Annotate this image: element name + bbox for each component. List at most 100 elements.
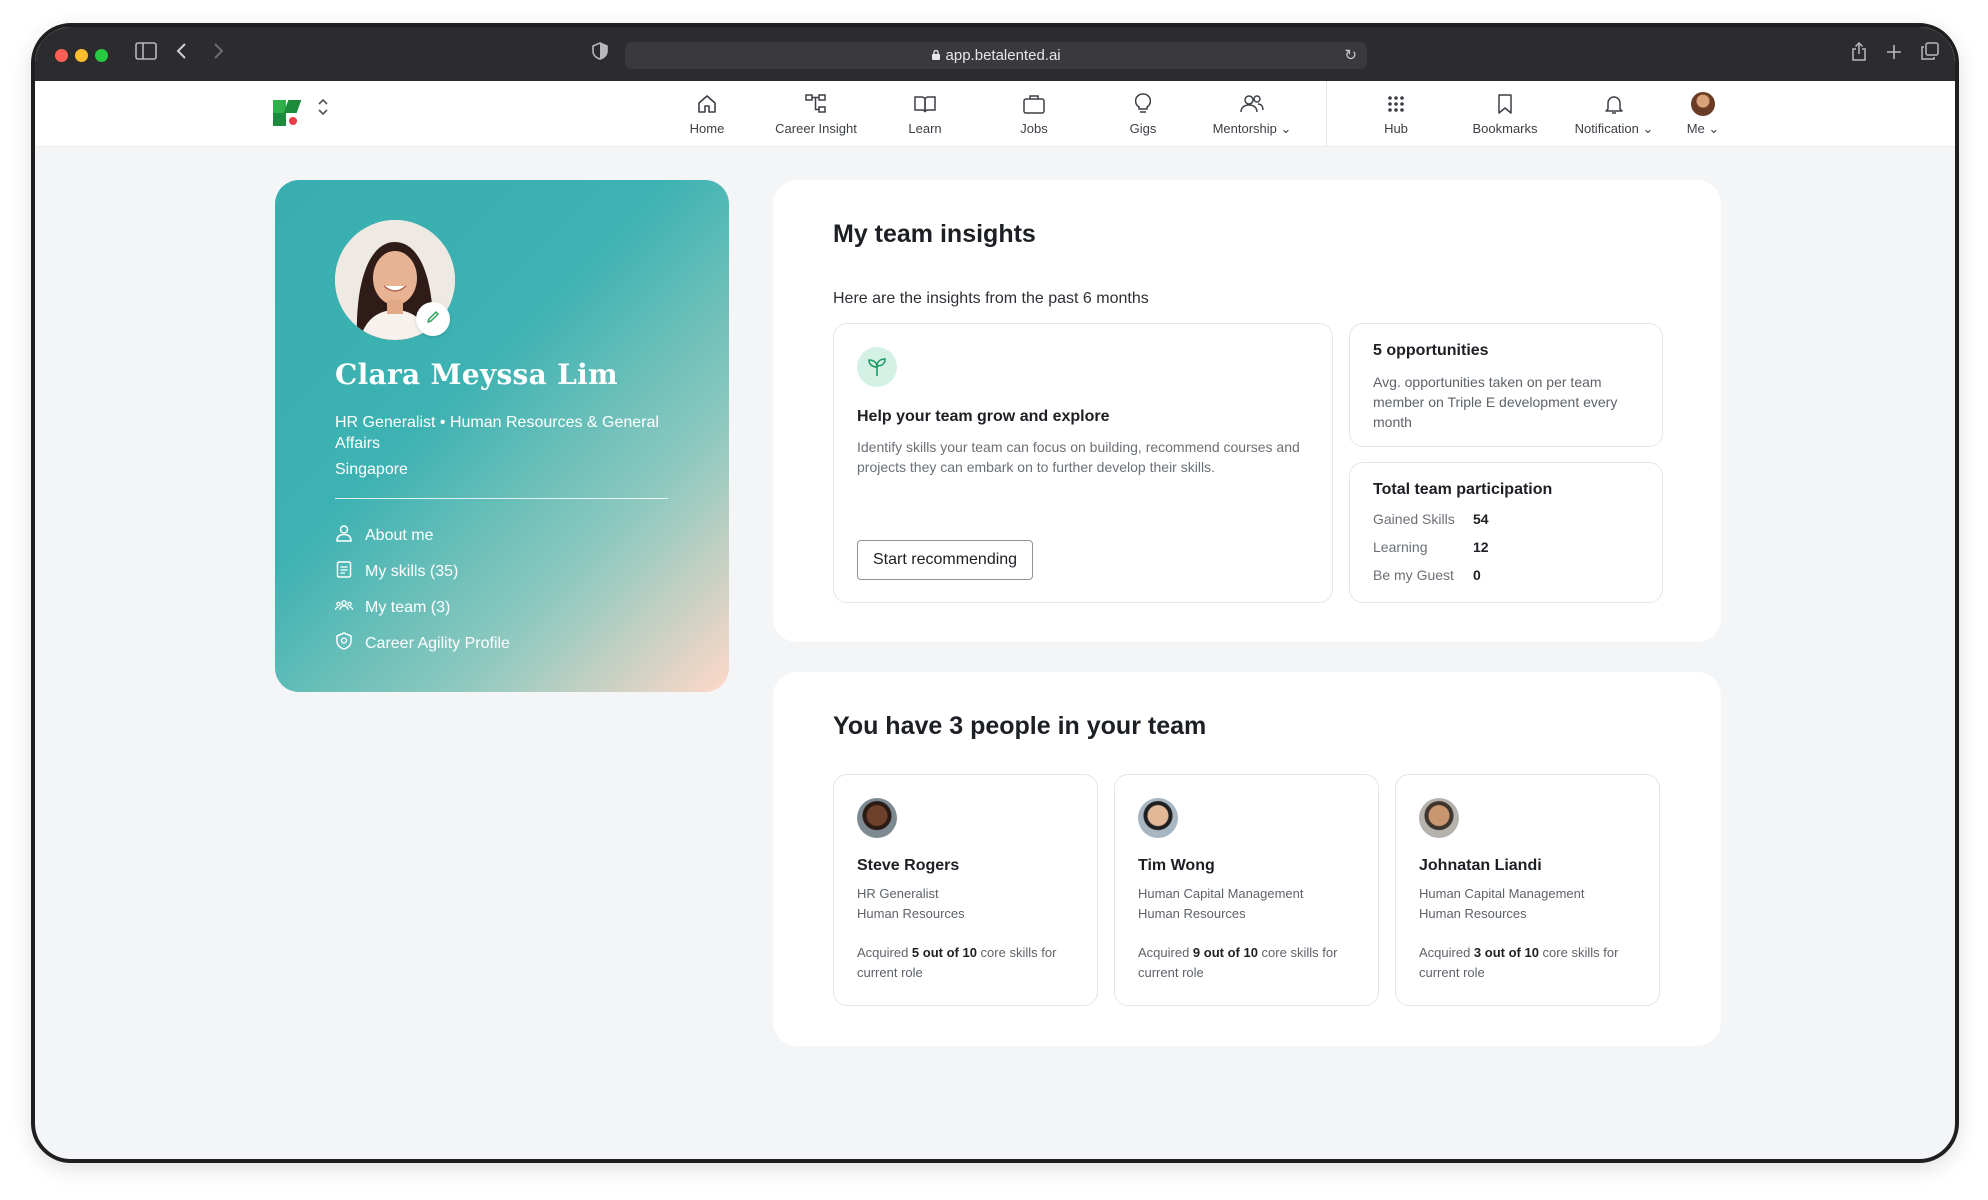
member-skills-summary: Acquired 9 out of 10 core skills for cur… xyxy=(1138,945,1338,980)
grow-card-description: Identify skills your team can focus on b… xyxy=(857,439,1300,475)
tab-overview-icon[interactable] xyxy=(1921,42,1939,66)
avatar xyxy=(857,798,897,838)
url-text: app.betalented.ai xyxy=(945,47,1061,64)
opportunities-card: 5 opportunities Avg. opportunities taken… xyxy=(1349,323,1663,447)
nav-home[interactable]: Home xyxy=(652,89,762,136)
betalented-logo[interactable] xyxy=(273,100,302,126)
profile-link-label: Career Agility Profile xyxy=(365,634,510,652)
grid-icon xyxy=(1341,89,1451,119)
nav-gigs-label: Gigs xyxy=(1129,121,1157,136)
insights-title: My team insights xyxy=(833,220,1036,248)
member-name: Tim Wong xyxy=(1138,857,1215,874)
member-skills-summary: Acquired 3 out of 10 core skills for cur… xyxy=(1419,945,1619,980)
book-icon xyxy=(870,89,980,119)
profile-card: Clara Meyssa Lim HR Generalist • Human R… xyxy=(275,180,729,692)
member-department: Human Resources xyxy=(857,906,965,921)
browser-titlebar: app.betalented.ai ↻ xyxy=(35,27,1955,81)
nav-hub-label: Hub xyxy=(1384,121,1408,136)
nav-jobs[interactable]: Jobs xyxy=(979,89,1089,136)
profile-link-label: My skills (35) xyxy=(365,562,459,580)
nav-bookmarks-label: Bookmarks xyxy=(1472,121,1538,136)
top-navigation: Home Career Insight Learn Jobs Gigs Ment… xyxy=(35,81,1955,147)
member-name: Johnatan Liandi xyxy=(1419,857,1542,874)
insights-subtitle: Here are the insights from the past 6 mo… xyxy=(833,290,1149,307)
nav-mentorship[interactable]: Mentorship ⌄ xyxy=(1197,89,1307,137)
new-tab-icon[interactable] xyxy=(1886,42,1902,66)
bell-icon xyxy=(1559,89,1669,119)
stat-row-be-my-guest: Be my Guest 0 xyxy=(1373,567,1481,583)
profile-name: Clara Meyssa Lim xyxy=(335,358,618,391)
team-member-card[interactable]: Johnatan Liandi Human Capital Management… xyxy=(1395,774,1660,1006)
opportunities-description: Avg. opportunities taken on per team mem… xyxy=(1373,374,1618,430)
chevron-down-icon: ⌄ xyxy=(1280,121,1292,136)
opportunities-title: 5 opportunities xyxy=(1373,342,1489,359)
team-members-panel: You have 3 people in your team Steve Rog… xyxy=(773,672,1721,1046)
start-recommending-button[interactable]: Start recommending xyxy=(857,540,1034,580)
close-window-button[interactable] xyxy=(55,49,68,62)
member-role: Human Capital Management xyxy=(1419,886,1585,901)
profile-link-career-agility[interactable]: Career Agility Profile xyxy=(335,632,510,655)
participation-card: Total team participation Gained Skills 54… xyxy=(1349,462,1663,603)
workspace-switcher-icon[interactable] xyxy=(317,97,329,118)
participation-title: Total team participation xyxy=(1373,481,1553,498)
member-role: HR Generalist xyxy=(857,886,939,901)
profile-location: Singapore xyxy=(335,461,408,478)
grow-card-title: Help your team grow and explore xyxy=(857,408,1110,425)
badge-shield-icon xyxy=(335,632,353,655)
team-member-card[interactable]: Tim Wong Human Capital Management Human … xyxy=(1114,774,1379,1006)
avatar xyxy=(1691,92,1715,116)
lightbulb-icon xyxy=(1088,89,1198,119)
stat-label: Learning xyxy=(1373,539,1428,555)
profile-link-my-team[interactable]: My team (3) xyxy=(334,596,451,619)
people-icon xyxy=(1197,89,1307,119)
profile-link-label: My team (3) xyxy=(365,598,451,616)
avatar xyxy=(1138,798,1178,838)
nav-learn[interactable]: Learn xyxy=(870,89,980,136)
back-icon[interactable] xyxy=(175,42,189,66)
home-icon xyxy=(652,89,762,119)
zoom-window-button[interactable] xyxy=(95,49,108,62)
nav-career-insight-label: Career Insight xyxy=(775,121,857,136)
nav-mentorship-label: Mentorship ⌄ xyxy=(1212,121,1292,136)
minimize-window-button[interactable] xyxy=(75,49,88,62)
member-name: Steve Rogers xyxy=(857,857,960,874)
forward-icon[interactable] xyxy=(211,42,225,66)
reload-icon[interactable]: ↻ xyxy=(1344,42,1357,69)
sprout-icon xyxy=(857,347,897,387)
nav-hub[interactable]: Hub xyxy=(1341,89,1451,136)
clipboard-icon xyxy=(335,560,353,583)
sidebar-toggle-icon[interactable] xyxy=(135,42,157,66)
briefcase-icon xyxy=(979,89,1089,119)
nav-career-insight[interactable]: Career Insight xyxy=(761,89,871,136)
stat-value: 12 xyxy=(1473,539,1489,555)
edit-avatar-button[interactable] xyxy=(416,302,450,336)
stat-label: Be my Guest xyxy=(1373,567,1454,583)
address-bar[interactable]: app.betalented.ai ↻ xyxy=(625,42,1367,69)
team-icon xyxy=(334,596,354,619)
nav-learn-label: Learn xyxy=(908,121,942,136)
career-insight-icon xyxy=(761,89,871,119)
stat-value: 0 xyxy=(1473,567,1481,583)
share-icon[interactable] xyxy=(1851,41,1867,68)
member-skills-summary: Acquired 5 out of 10 core skills for cur… xyxy=(857,945,1057,980)
person-icon xyxy=(335,524,353,547)
bookmark-icon xyxy=(1450,89,1560,119)
nav-gigs[interactable]: Gigs xyxy=(1088,89,1198,136)
nav-divider xyxy=(1326,81,1327,147)
team-member-card[interactable]: Steve Rogers HR Generalist Human Resourc… xyxy=(833,774,1098,1006)
privacy-shield-icon[interactable] xyxy=(592,42,608,66)
nav-bookmarks[interactable]: Bookmarks xyxy=(1450,89,1560,136)
team-insights-panel: My team insights Here are the insights f… xyxy=(773,180,1721,642)
grow-team-card: Help your team grow and explore Identify… xyxy=(833,323,1333,603)
nav-notification-label: Notification ⌄ xyxy=(1574,121,1654,136)
profile-link-label: About me xyxy=(365,526,434,544)
stat-row-gained-skills: Gained Skills 54 xyxy=(1373,511,1489,527)
profile-role: HR Generalist • Human Resources & Genera… xyxy=(335,414,659,452)
nav-notification[interactable]: Notification ⌄ xyxy=(1559,89,1669,137)
member-department: Human Resources xyxy=(1419,906,1527,921)
chevron-down-icon: ⌄ xyxy=(1642,121,1654,136)
nav-home-label: Home xyxy=(689,121,725,136)
nav-me[interactable]: Me ⌄ xyxy=(1668,89,1738,137)
profile-link-about-me[interactable]: About me xyxy=(335,524,433,547)
profile-link-my-skills[interactable]: My skills (35) xyxy=(335,560,458,583)
